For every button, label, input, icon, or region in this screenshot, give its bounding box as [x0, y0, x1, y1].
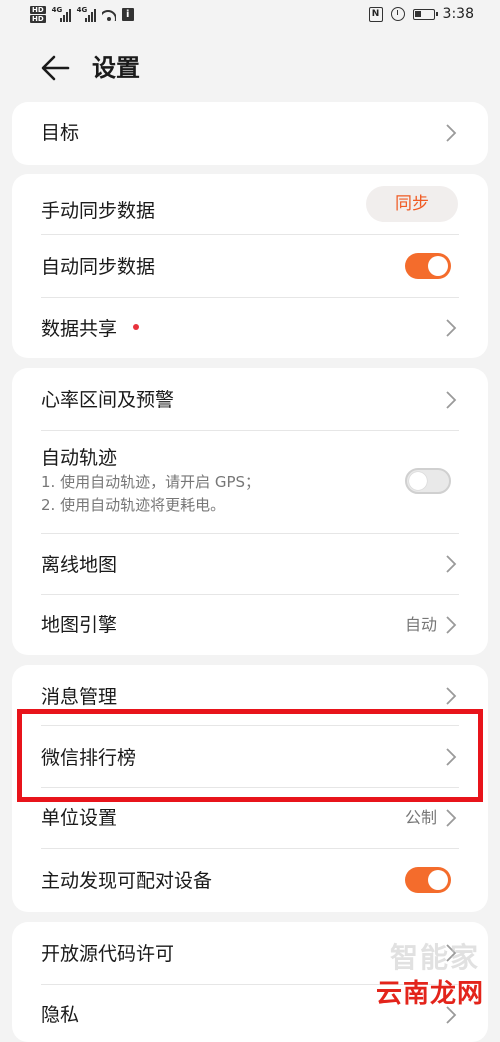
- chevron-right-icon: [446, 391, 457, 409]
- status-bar: HD HD 4G 4G i N 3:38: [0, 0, 500, 32]
- auto-track-toggle[interactable]: [405, 468, 451, 494]
- watermark-faint-text: 智能家: [389, 941, 480, 974]
- chevron-right-icon: [446, 809, 457, 827]
- open-source-label: 开放源代码许可: [41, 943, 175, 965]
- arrow-left-icon: [41, 55, 70, 81]
- offline-map-label: 离线地图: [41, 554, 118, 576]
- map-engine-row[interactable]: 地图引擎 自动: [12, 595, 488, 655]
- wifi-icon: [101, 9, 116, 21]
- goal-label: 目标: [41, 122, 80, 144]
- data-share-label: 数据共享: [41, 317, 140, 341]
- sync-button[interactable]: 同步: [366, 186, 458, 222]
- hd-badges: HD HD: [30, 6, 46, 23]
- signal-icon: 4G: [76, 5, 96, 22]
- chevron-right-icon: [446, 124, 457, 142]
- auto-sync-label: 自动同步数据: [41, 256, 156, 278]
- status-left: HD HD 4G 4G i: [30, 6, 134, 23]
- nfc-icon: N: [368, 6, 383, 22]
- watermark: 智能家 云南龙网: [348, 930, 488, 1010]
- map-card: 心率区间及预警 自动轨迹 1. 使用自动轨迹，请开启 GPS； 2. 使用自动轨…: [12, 368, 488, 655]
- alarm-icon: [390, 7, 405, 21]
- hd-icon: HD: [30, 15, 46, 23]
- privacy-label: 隐私: [41, 1004, 80, 1026]
- header: 设置: [0, 32, 500, 106]
- chevron-right-icon: [446, 616, 457, 634]
- chevron-right-icon: [446, 555, 457, 573]
- heart-rate-row[interactable]: 心率区间及预警: [12, 368, 488, 430]
- new-badge-dot: [133, 323, 140, 330]
- signal-icon: 4G: [51, 5, 71, 22]
- message-row[interactable]: 消息管理: [12, 665, 488, 725]
- offline-map-row[interactable]: 离线地图: [12, 534, 488, 594]
- unit-value: 公制: [404, 808, 437, 827]
- auto-sync-toggle[interactable]: [405, 253, 451, 279]
- unit-label: 单位设置: [41, 807, 118, 829]
- clock: 3:38: [442, 6, 474, 22]
- chevron-right-icon: [446, 319, 457, 337]
- goal-row[interactable]: 目标: [12, 102, 488, 165]
- watermark-logo-text: 云南龙网: [375, 979, 484, 1009]
- wechat-rank-label: 微信排行榜: [41, 747, 137, 769]
- manual-sync-row: 手动同步数据 同步: [12, 174, 488, 234]
- chevron-right-icon: [446, 687, 457, 705]
- page-title: 设置: [92, 54, 140, 82]
- battery-icon: [412, 8, 438, 20]
- auto-track-row: 自动轨迹 1. 使用自动轨迹，请开启 GPS； 2. 使用自动轨迹将更耗电。: [12, 431, 488, 533]
- discover-row: 主动发现可配对设备: [12, 849, 488, 912]
- unit-row[interactable]: 单位设置 公制: [12, 788, 488, 848]
- hd-icon: HD: [30, 6, 46, 14]
- discover-label: 主动发现可配对设备: [41, 870, 213, 892]
- map-engine-label: 地图引擎: [41, 614, 118, 636]
- back-button[interactable]: [38, 52, 74, 84]
- misc-card: 消息管理 微信排行榜 单位设置 公制 主动发现可配对设备: [12, 665, 488, 912]
- heart-rate-label: 心率区间及预警: [41, 389, 175, 411]
- wechat-rank-row[interactable]: 微信排行榜: [12, 726, 488, 787]
- auto-track-hint: 1. 使用自动轨迹，请开启 GPS；: [41, 473, 261, 491]
- network-type: 4G: [51, 5, 63, 14]
- manual-sync-label: 手动同步数据: [41, 200, 156, 222]
- network-type: 4G: [76, 5, 88, 14]
- auto-track-hint: 2. 使用自动轨迹将更耗电。: [41, 496, 226, 514]
- data-share-row[interactable]: 数据共享: [12, 298, 488, 358]
- message-label: 消息管理: [41, 686, 118, 708]
- notification-icon: i: [121, 8, 134, 21]
- map-engine-value: 自动: [404, 615, 437, 634]
- auto-track-label: 自动轨迹: [41, 447, 118, 469]
- discover-toggle[interactable]: [405, 867, 451, 893]
- goal-card: 目标: [12, 102, 488, 165]
- status-right: N 3:38: [368, 6, 474, 22]
- chevron-right-icon: [446, 748, 457, 766]
- auto-sync-row: 自动同步数据: [12, 235, 488, 297]
- sync-card: 手动同步数据 同步 自动同步数据 数据共享: [12, 174, 488, 358]
